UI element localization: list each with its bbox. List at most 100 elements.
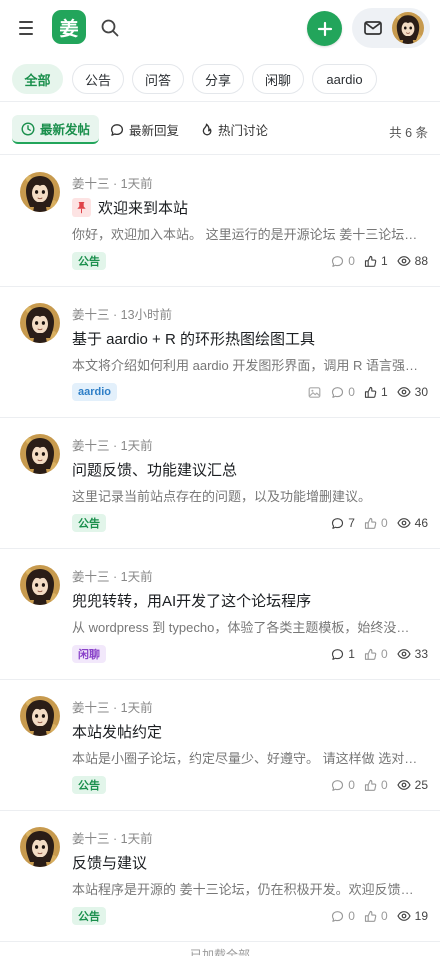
post-time: 1天前	[120, 439, 153, 453]
comment-icon	[332, 779, 344, 791]
post-excerpt: 本站是小圈子论坛，约定尽量少、好遵守。 请这样做 选对分类后再发帖。	[72, 751, 422, 766]
sort-hot[interactable]: 热门讨论	[200, 115, 272, 144]
load-status: 已加载全部	[189, 948, 250, 956]
post-meta: 姜十三 · 1天前	[72, 828, 153, 847]
sort-latest-replies[interactable]: 最新回复	[110, 115, 182, 144]
plus-icon	[317, 21, 332, 36]
post-tag[interactable]: 公告	[72, 907, 106, 925]
author-name[interactable]: 姜十三	[72, 439, 110, 453]
search-icon[interactable]	[99, 17, 121, 39]
post-meta: 姜十三 · 1天前	[72, 173, 153, 192]
post-excerpt: 本文将介绍如何利用 aardio 开发图形界面，调用 R 语言强大的绘图能力。	[72, 358, 422, 373]
post-time: 13小时前	[120, 308, 173, 322]
post-meta: 姜十三 · 1天前	[72, 566, 153, 585]
like-count[interactable]: 0	[364, 778, 388, 792]
user-menu[interactable]	[352, 8, 430, 48]
category-share[interactable]: 分享	[192, 64, 244, 94]
post-excerpt: 从 wordpress 到 typecho，体验了各类主题模板，始终没有找到满意…	[72, 620, 422, 635]
post-item[interactable]: 姜十三 · 1天前 反馈与建议 本站程序是开源的 姜十三论坛，仍在积极开发。欢迎…	[0, 811, 440, 942]
thumbs-up-icon	[364, 779, 377, 791]
post-meta: 姜十三 · 1天前	[72, 697, 153, 716]
author-name[interactable]: 姜十三	[72, 570, 110, 584]
menu-icon[interactable]	[16, 18, 38, 38]
author-avatar[interactable]	[20, 434, 60, 474]
thumbs-up-icon	[364, 910, 377, 922]
comment-count: 0	[331, 778, 355, 792]
category-qa[interactable]: 问答	[132, 64, 184, 94]
post-tag[interactable]: 闲聊	[72, 645, 106, 663]
chat-icon	[110, 123, 124, 136]
post-tag[interactable]: 公告	[72, 776, 106, 794]
post-title[interactable]: 欢迎来到本站	[72, 197, 188, 218]
comment-icon	[332, 910, 344, 922]
author-avatar[interactable]	[20, 172, 60, 212]
post-time: 1天前	[120, 177, 153, 191]
author-name[interactable]: 姜十三	[72, 177, 110, 191]
post-item[interactable]: 姜十三 · 1天前 本站发帖约定 本站是小圈子论坛，约定尽量少、好遵守。 请这样…	[0, 680, 440, 811]
post-stats: 7 0 46	[322, 515, 428, 531]
comment-icon	[332, 255, 344, 267]
author-avatar[interactable]	[20, 696, 60, 736]
mail-icon[interactable]	[363, 19, 383, 37]
comment-count: 0	[331, 254, 355, 268]
sort-latest-posts-label: 最新发帖	[40, 123, 91, 137]
view-count: 88	[396, 254, 428, 268]
post-title[interactable]: 反馈与建议	[72, 852, 147, 873]
new-post-button[interactable]	[307, 11, 342, 46]
post-title[interactable]: 兜兜转转，用AI开发了这个论坛程序	[72, 590, 311, 611]
post-stats: 0 0 19	[322, 908, 428, 924]
post-title-text: 欢迎来到本站	[98, 200, 189, 217]
eye-icon	[396, 387, 411, 397]
comment-count: 0	[331, 385, 355, 399]
post-title[interactable]: 基于 aardio + R 的环形热图绘图工具	[72, 328, 315, 349]
author-avatar[interactable]	[20, 565, 60, 605]
comment-icon	[332, 648, 344, 660]
author-name[interactable]: 姜十三	[72, 832, 110, 846]
author-avatar[interactable]	[20, 303, 60, 343]
user-avatar[interactable]	[392, 12, 424, 44]
comment-count: 1	[331, 647, 355, 661]
author-avatar[interactable]	[20, 827, 60, 867]
category-all[interactable]: 全部	[12, 64, 63, 94]
sort-latest-replies-label: 最新回复	[129, 124, 180, 138]
post-item[interactable]: 姜十三 · 13小时前 基于 aardio + R 的环形热图绘图工具 本文将介…	[0, 287, 440, 418]
post-tag[interactable]: 公告	[72, 252, 106, 270]
like-count[interactable]: 1	[364, 254, 388, 268]
category-announcement[interactable]: 公告	[72, 64, 124, 94]
view-count: 30	[396, 385, 428, 399]
post-excerpt: 本站程序是开源的 姜十三论坛，仍在积极开发。欢迎反馈问题和建议。	[72, 882, 422, 897]
post-tag[interactable]: aardio	[72, 383, 118, 401]
post-item[interactable]: 姜十三 · 1天前 欢迎来到本站 你好，欢迎加入本站。 这里运行的是开源论坛 姜…	[0, 156, 440, 287]
comment-icon	[332, 517, 344, 529]
post-title[interactable]: 问题反馈、功能建议汇总	[72, 459, 237, 480]
post-title-text: 反馈与建议	[72, 855, 148, 872]
post-item[interactable]: 姜十三 · 1天前 兜兜转转，用AI开发了这个论坛程序 从 wordpress …	[0, 549, 440, 680]
post-tag[interactable]: 公告	[72, 514, 106, 532]
flame-icon	[202, 123, 212, 135]
sort-latest-posts[interactable]: 最新发帖	[12, 115, 99, 144]
thumbs-up-icon	[364, 255, 377, 267]
sort-hot-label: 热门讨论	[218, 124, 269, 138]
view-count: 46	[396, 516, 428, 530]
like-count[interactable]: 0	[364, 516, 388, 530]
category-aardio[interactable]: aardio	[312, 64, 377, 94]
post-title[interactable]: 本站发帖约定	[72, 721, 162, 742]
like-count[interactable]: 1	[364, 385, 388, 399]
image-icon	[308, 386, 321, 399]
post-title-text: 兜兜转转，用AI开发了这个论坛程序	[72, 593, 312, 610]
post-meta: 姜十三 · 1天前	[72, 435, 153, 454]
post-title-text: 问题反馈、功能建议汇总	[72, 462, 238, 479]
meta-separator: ·	[109, 439, 121, 453]
eye-icon	[396, 256, 411, 266]
post-total-count: 共 6 条	[389, 126, 428, 140]
category-chat[interactable]: 闲聊	[252, 64, 304, 94]
thumbs-up-icon	[364, 517, 377, 529]
like-count[interactable]: 0	[364, 909, 388, 923]
top-header: 姜	[0, 0, 440, 56]
like-count[interactable]: 0	[364, 647, 388, 661]
author-name[interactable]: 姜十三	[72, 701, 110, 715]
site-logo[interactable]: 姜	[52, 10, 86, 44]
post-stats: 0 1 30	[308, 384, 428, 400]
author-name[interactable]: 姜十三	[72, 308, 110, 322]
post-item[interactable]: 姜十三 · 1天前 问题反馈、功能建议汇总 这里记录当前站点存在的问题，以及功能…	[0, 418, 440, 549]
